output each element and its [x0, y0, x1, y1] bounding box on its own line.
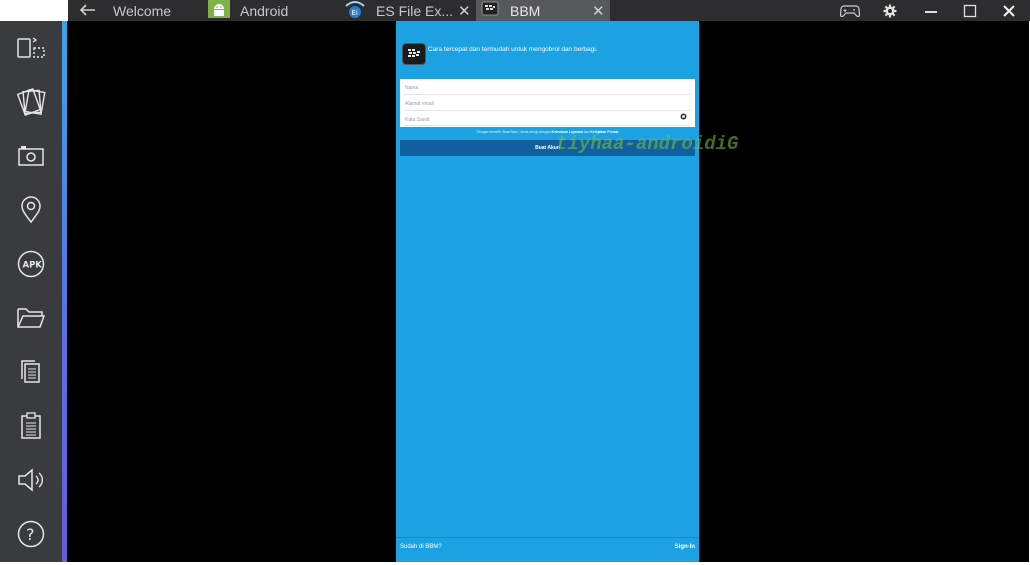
email-field[interactable]: Alamat email: [405, 101, 434, 107]
back-arrow-icon[interactable]: [79, 3, 96, 19]
tab-welcome[interactable]: Welcome: [79, 0, 172, 21]
apk-icon[interactable]: APK: [0, 241, 62, 287]
name-field[interactable]: Nama: [405, 85, 418, 91]
signup-form: Nama Alamat email Kata Sandi: [400, 79, 695, 127]
folder-icon[interactable]: [0, 295, 62, 341]
apk-label: APK: [23, 261, 43, 271]
tagline: Cara tercepat dan termudah untuk mengobr…: [428, 46, 598, 53]
maximize-icon[interactable]: [957, 0, 983, 21]
bbm-icon: [481, 1, 499, 20]
camera-icon[interactable]: [0, 133, 62, 179]
tab-bbm[interactable]: BBM ✕: [476, 0, 610, 21]
tab-label: Welcome: [113, 2, 172, 19]
minimize-icon[interactable]: [918, 0, 944, 21]
help-label: ?: [26, 525, 35, 544]
android-icon: [208, 0, 230, 21]
terms-prefix: Dengan memilih 'Buat Akun', Anda setuju …: [476, 130, 552, 134]
show-password-icon[interactable]: [680, 113, 687, 120]
es-file-explorer-icon: Ei: [344, 0, 366, 21]
already-on-bbm-text: Sudah di BBM?: [400, 544, 442, 550]
gamepad-icon[interactable]: [837, 0, 863, 21]
close-tab-icon[interactable]: ✕: [592, 2, 605, 20]
cards-icon[interactable]: [0, 79, 62, 125]
bbm-logo-icon: [402, 43, 426, 65]
settings-icon[interactable]: [877, 0, 903, 21]
tab-label: Android: [240, 2, 289, 19]
bbm-screen: Cara tercepat dan termudah untuk mengobr…: [396, 21, 699, 562]
divider: [404, 125, 691, 126]
help-icon[interactable]: ?: [0, 511, 62, 557]
sidebar: APK ?: [0, 21, 62, 562]
tab-label: ES File Ex...: [376, 2, 454, 19]
tab-es-file-explorer[interactable]: Ei ES File Ex... ✕: [344, 0, 472, 21]
sidebar-accent-bar: [62, 21, 67, 562]
sign-in-link[interactable]: Sign-In: [675, 544, 695, 550]
copy-icon[interactable]: [0, 349, 62, 395]
volume-icon[interactable]: [0, 457, 62, 503]
password-field[interactable]: Kata Sandi: [405, 117, 429, 123]
watermark-text: tiyhaa-androidiG: [556, 133, 739, 155]
divider: [404, 110, 691, 111]
tab-bar: Welcome Android Ei ES File Ex... ✕ BBM ✕: [68, 0, 1030, 21]
clipboard-icon[interactable]: [0, 403, 62, 449]
tab-label: BBM: [510, 2, 541, 19]
tab-android[interactable]: Android: [208, 0, 288, 21]
svg-text:Ei: Ei: [352, 9, 358, 17]
divider: [404, 94, 691, 95]
rotate-screen-icon[interactable]: [0, 25, 62, 71]
location-icon[interactable]: [0, 187, 62, 233]
close-icon[interactable]: [996, 0, 1022, 21]
footer-divider: [396, 537, 699, 538]
close-tab-icon[interactable]: ✕: [458, 2, 471, 20]
